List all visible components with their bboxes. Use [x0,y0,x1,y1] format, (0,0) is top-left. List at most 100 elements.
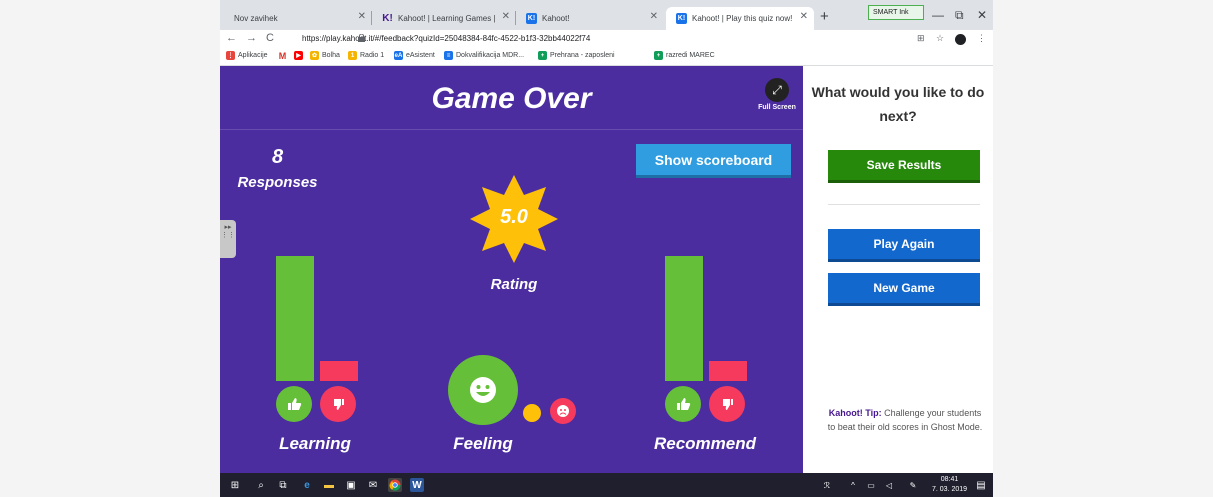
windows-start-icon[interactable]: ⊞ [228,478,242,492]
system-clock[interactable]: 08:41 7. 03. 2019 [932,475,967,495]
lock-icon [358,34,365,42]
close-window-icon[interactable]: ✕ [977,8,987,22]
thumbs-down-icon [320,386,356,422]
learning-positive-bar [276,256,314,381]
screen: Nov zavihek ✕ K! Kahoot! | Learning Game… [220,0,993,497]
plus-icon: + [654,51,663,60]
smart-ink-toolbar[interactable]: SMART Ink [868,5,924,20]
chevron-up-icon[interactable]: ^ [846,478,860,492]
bookmark-bolha[interactable]: ✿ Bolha [310,51,340,60]
url-text: https://play.kahoot.it/#/feedback?quizId… [302,34,591,43]
mail-icon[interactable]: ✉ [366,478,380,492]
tab-close-icon[interactable]: ✕ [800,11,808,22]
bookmark-youtube[interactable]: ▶ [294,51,306,60]
save-results-button[interactable]: Save Results [828,150,980,180]
tab-new-tab[interactable]: Nov zavihek ✕ [224,7,372,30]
back-arrow-icon[interactable]: ← [226,32,237,44]
edge-icon[interactable]: e [300,478,314,492]
word-icon[interactable]: W [410,478,424,492]
tab-title: Kahoot! | Learning Games | Make [398,14,498,23]
thumbs-down-icon [709,386,745,422]
tab-title: Nov zavihek [234,14,278,23]
kahoot-app-icon: K! [676,13,687,24]
people-icon[interactable]: ℛ [820,478,834,492]
divider [828,204,980,205]
rating-value: 5.0 [500,206,528,228]
tab-close-icon[interactable]: ✕ [650,11,658,22]
bookmark-star-icon[interactable]: ☆ [936,33,944,44]
browser-tab-strip: Nov zavihek ✕ K! Kahoot! | Learning Game… [220,0,993,30]
task-view-icon[interactable]: ⧉ [276,478,290,492]
learning-negative-bar [320,361,358,381]
kahoot-k-icon: K! [382,13,393,24]
easistent-icon: eA [394,51,403,60]
reload-icon[interactable]: C [266,32,274,44]
thumbs-up-icon [276,386,312,422]
menu-kebab-icon[interactable]: ⋮ [977,33,986,44]
minimize-icon[interactable]: — [932,8,944,22]
bookmark-gmail[interactable]: M [278,50,290,61]
fullscreen-icon: ⤢ [765,78,789,102]
forward-arrow-icon[interactable]: → [246,32,257,44]
plus-icon: + [538,51,547,60]
kahoot-app-icon: K! [526,13,537,24]
volume-icon[interactable]: ◁ [882,478,896,492]
search-icon[interactable]: ⌕ [254,478,268,492]
responses-count: 8 [271,146,284,168]
notifications-icon[interactable]: ▤ [974,478,988,492]
store-icon[interactable]: ▣ [344,478,358,492]
bookmark-apps[interactable]: ⋮ Aplikacije [226,51,268,60]
windows-taskbar: ⊞ ⌕ ⧉ e ▬ ▣ ✉ W ℛ ^ ▭ ◁ ✎ 08:41 7. 03. 2… [220,473,993,497]
tab-title: Kahoot! | Play this quiz now! [692,14,793,23]
feeling-neutral-icon [523,404,541,422]
file-explorer-icon[interactable]: ▬ [322,478,336,492]
bookmark-radio1[interactable]: 1 Radio 1 [348,51,384,60]
tip-label: Kahoot! Tip: [828,408,882,418]
recommend-negative-bar [709,361,747,381]
tab-kahoot-learning-games[interactable]: K! Kahoot! | Learning Games | Make ✕ [372,7,516,30]
new-tab-icon[interactable]: + [820,8,829,25]
bookmark-easistent[interactable]: eA eAsistent [394,51,435,60]
page-title: Game Over [431,82,592,115]
fullscreen-button[interactable]: ⤢ Full Screen [753,78,801,111]
header-bar: Game Over ⤢ Full Screen [220,66,803,130]
learning-label: Learning [279,434,351,453]
bookmark-razredi[interactable]: + razredi MAREC [654,51,715,60]
next-action-panel: What would you like to do next? Save Res… [803,66,993,473]
tab-kahoot[interactable]: K! Kahoot! ✕ [516,7,664,30]
panel-title: What would you like to do next? [811,84,985,124]
network-icon[interactable]: ▭ [864,478,878,492]
translate-icon[interactable]: ⊞ [917,33,925,44]
tab-close-icon[interactable]: ✕ [358,11,366,22]
bolha-icon: ✿ [310,51,319,60]
tab-close-icon[interactable]: ✕ [502,11,510,22]
bookmark-prehrana[interactable]: + Prehrana - zaposleni [538,51,615,60]
play-again-button[interactable]: Play Again [828,229,980,259]
doc-icon: ≡ [444,51,453,60]
thumbs-up-icon [665,386,701,422]
bookmark-dokvalifikacija[interactable]: ≡ Dokvalifikacija MDR... [444,51,524,60]
new-game-button[interactable]: New Game [828,273,980,303]
side-drawer-handle[interactable]: ▸▸ ⋮⋮ [220,220,236,258]
apps-grid-icon: ⋮ [226,51,235,60]
bookmarks-bar: ⋮ Aplikacije M ▶ ✿ Bolha 1 Radio 1 eA eAsist… [220,48,993,66]
browser-toolbar: ← → C https://play.kahoot.it/#/feedback?… [220,30,993,48]
radio-icon: 1 [348,51,357,60]
kahoot-game-over-panel: Game Over ⤢ Full Screen ▸▸ ⋮⋮ 8 Responses… [220,66,803,473]
profile-avatar[interactable] [955,34,966,45]
feeling-happy-icon [448,355,518,425]
kahoot-tip: Kahoot! Tip: Challenge your students to … [825,406,985,434]
show-scoreboard-button[interactable]: Show scoreboard [636,144,791,175]
address-bar[interactable]: https://play.kahoot.it/#/feedback?quizId… [288,31,928,47]
chrome-icon[interactable] [388,478,402,492]
clock-time: 08:41 [940,476,959,483]
tab-kahoot-play-quiz[interactable]: K! Kahoot! | Play this quiz now! ✕ [666,7,814,30]
responses-label: Responses [237,174,318,191]
pen-icon[interactable]: ✎ [906,478,920,492]
maximize-icon[interactable]: ⧉ [955,8,964,23]
feeling-label: Feeling [453,434,513,453]
clock-date: 7. 03. 2019 [932,486,968,493]
rating-label: Rating [490,276,538,293]
fullscreen-label: Full Screen [758,104,796,111]
gmail-icon: M [278,50,287,61]
